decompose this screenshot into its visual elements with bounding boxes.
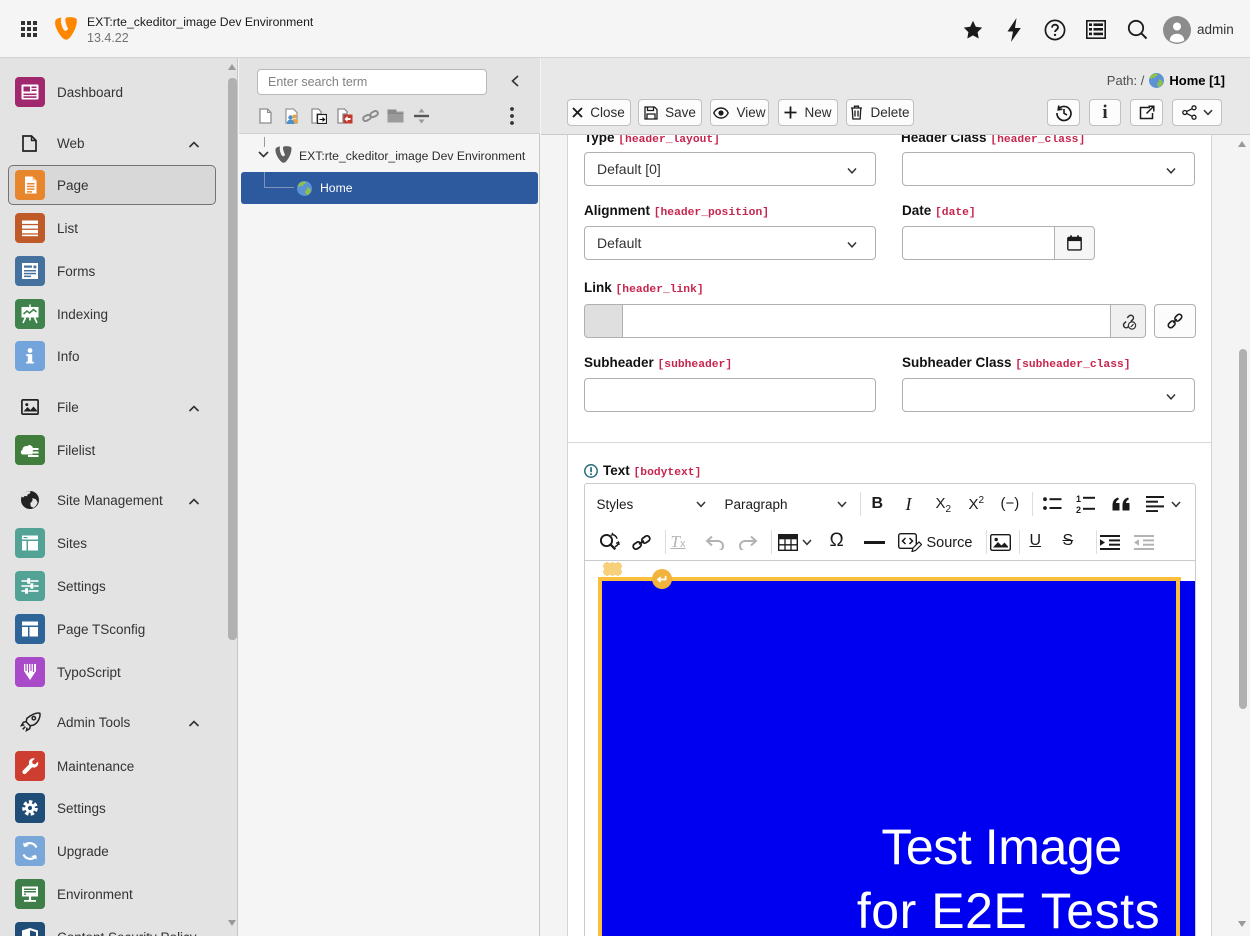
svg-text:2: 2 — [1076, 505, 1081, 514]
svg-text:1: 1 — [1076, 494, 1081, 504]
